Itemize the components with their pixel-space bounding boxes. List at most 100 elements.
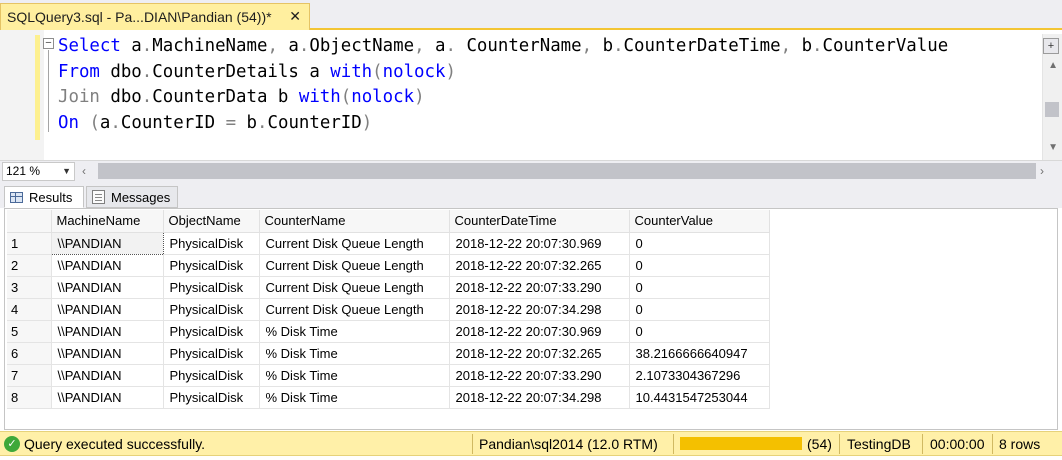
table-cell[interactable]: Current Disk Queue Length: [259, 276, 450, 299]
table-cell[interactable]: % Disk Time: [259, 364, 450, 387]
table-cell[interactable]: 2018-12-22 20:07:32.265: [449, 342, 630, 365]
code-token: .: [812, 36, 823, 56]
table-cell[interactable]: \\PANDIAN: [51, 276, 164, 299]
code-token: CounterID: [120, 112, 226, 133]
results-grid[interactable]: MachineName ObjectName CounterName Count…: [4, 208, 1058, 430]
scroll-down-icon[interactable]: ▼: [1048, 142, 1058, 153]
code-token: ObjectName: [309, 36, 415, 56]
table-cell[interactable]: Current Disk Queue Length: [259, 232, 450, 255]
split-icon[interactable]: +: [1043, 38, 1059, 54]
close-icon[interactable]: ✕: [289, 8, 301, 25]
table-cell[interactable]: 38.2166666640947: [629, 342, 770, 365]
table-cell[interactable]: 2018-12-22 20:07:33.290: [449, 364, 630, 387]
table-cell[interactable]: % Disk Time: [259, 320, 450, 343]
table-cell[interactable]: Current Disk Queue Length: [259, 298, 450, 321]
table-cell[interactable]: \\PANDIAN: [51, 254, 164, 277]
row-number-header[interactable]: [7, 210, 52, 233]
collapse-icon[interactable]: −: [43, 38, 54, 49]
table-cell[interactable]: PhysicalDisk: [163, 342, 260, 365]
code-token: b: [791, 36, 813, 56]
sql-code[interactable]: Select a.MachineName, a.ObjectName, a. C…: [58, 34, 948, 136]
code-token: b: [592, 36, 614, 56]
table-cell[interactable]: 2018-12-22 20:07:33.290: [449, 276, 630, 299]
chevron-down-icon[interactable]: ▼: [62, 163, 71, 180]
table-cell[interactable]: 2018-12-22 20:07:30.969: [449, 232, 630, 255]
table-cell[interactable]: \\PANDIAN: [50, 231, 164, 255]
row-number[interactable]: 4: [7, 298, 52, 321]
code-token: CounterData b: [152, 87, 299, 108]
scroll-right-icon[interactable]: ›: [1040, 164, 1044, 178]
column-header[interactable]: CounterValue: [629, 210, 770, 233]
table-cell[interactable]: Current Disk Queue Length: [259, 254, 450, 277]
code-line[interactable]: From dbo.CounterDetails a with(nolock): [58, 60, 948, 86]
table-cell[interactable]: % Disk Time: [259, 386, 450, 409]
table-cell[interactable]: 10.4431547253044: [629, 386, 770, 409]
table-cell[interactable]: 0: [629, 320, 770, 343]
table-cell[interactable]: 2018-12-22 20:07:34.298: [449, 298, 630, 321]
row-number[interactable]: 6: [7, 342, 52, 365]
scroll-left-icon[interactable]: ‹: [82, 164, 86, 178]
column-header[interactable]: CounterName: [259, 210, 450, 233]
table-row[interactable]: 1 \\PANDIAN PhysicalDisk Current Disk Queue…: [7, 231, 770, 255]
table-cell[interactable]: 0: [629, 254, 770, 277]
code-token: .: [445, 36, 456, 56]
code-line[interactable]: Join dbo.CounterData b with(nolock): [58, 85, 948, 111]
table-row[interactable]: 7 \\PANDIAN PhysicalDisk% Disk Time 2018-12…: [7, 364, 770, 387]
table-cell[interactable]: 2018-12-22 20:07:32.265: [449, 254, 630, 277]
tab-results[interactable]: Results: [4, 186, 84, 208]
column-header[interactable]: ObjectName: [163, 210, 260, 233]
column-header[interactable]: CounterDateTime: [449, 210, 630, 233]
table-cell[interactable]: 0: [629, 276, 770, 299]
tab-sqlquery3[interactable]: SQLQuery3.sql - Pa...DIAN\Pandian (54))*…: [0, 3, 310, 30]
row-number[interactable]: 3: [7, 276, 52, 299]
table-row[interactable]: 6 \\PANDIAN PhysicalDisk% Disk Time 2018-12…: [7, 342, 770, 365]
code-token: Join: [58, 87, 100, 108]
zoom-select[interactable]: 121 % ▼: [2, 162, 75, 181]
code-token: a: [120, 36, 142, 56]
code-token: .: [141, 36, 153, 56]
tab-messages[interactable]: Messages: [86, 186, 178, 208]
table-cell[interactable]: 0: [629, 232, 770, 255]
table-cell[interactable]: % Disk Time: [259, 342, 450, 365]
table-cell[interactable]: 2018-12-22 20:07:30.969: [449, 320, 630, 343]
table-cell[interactable]: 2.1073304367296: [629, 364, 770, 387]
code-token: (: [89, 112, 100, 133]
table-cell[interactable]: 2018-12-22 20:07:34.298: [449, 386, 630, 409]
code-token: ,: [780, 36, 792, 56]
row-number[interactable]: 7: [7, 364, 52, 387]
table-cell[interactable]: PhysicalDisk: [163, 298, 260, 321]
row-number[interactable]: 2: [7, 254, 52, 277]
row-number[interactable]: 5: [7, 320, 52, 343]
code-token: with: [298, 87, 341, 108]
code-line[interactable]: On (a.CounterID = b.CounterID): [58, 111, 948, 137]
table-row[interactable]: 5 \\PANDIAN PhysicalDisk% Disk Time 2018-12…: [7, 320, 770, 343]
table-row[interactable]: 4 \\PANDIAN PhysicalDisk Current Disk Queue…: [7, 298, 770, 321]
table-cell[interactable]: \\PANDIAN: [51, 298, 164, 321]
code-line[interactable]: Select a.MachineName, a.ObjectName, a. C…: [58, 34, 948, 60]
table-row[interactable]: 3 \\PANDIAN PhysicalDisk Current Disk Queue…: [7, 276, 770, 299]
table-cell[interactable]: \\PANDIAN: [51, 386, 164, 409]
code-token: (: [340, 87, 352, 108]
column-header[interactable]: MachineName: [51, 210, 164, 233]
scroll-up-icon[interactable]: ▲: [1048, 60, 1058, 71]
code-token: .: [613, 36, 624, 56]
row-number[interactable]: 1: [7, 232, 52, 255]
success-check-icon: ✓: [4, 436, 20, 452]
code-token: .: [298, 36, 310, 56]
table-row[interactable]: 8 \\PANDIAN PhysicalDisk% Disk Time 2018-12…: [7, 386, 770, 409]
table-cell[interactable]: PhysicalDisk: [163, 232, 260, 255]
table-cell[interactable]: 0: [629, 298, 770, 321]
table-cell[interactable]: \\PANDIAN: [51, 364, 164, 387]
table-cell[interactable]: PhysicalDisk: [163, 276, 260, 299]
table-row[interactable]: 2 \\PANDIAN PhysicalDisk Current Disk Queue…: [7, 254, 770, 277]
table-cell[interactable]: PhysicalDisk: [163, 386, 260, 409]
query-editor[interactable]: − Select a.MachineName, a.ObjectName, a.…: [0, 30, 1062, 160]
table-cell[interactable]: \\PANDIAN: [51, 342, 164, 365]
row-number[interactable]: 8: [7, 386, 52, 409]
table-cell[interactable]: PhysicalDisk: [163, 254, 260, 277]
vertical-scroll-thumb[interactable]: [1045, 102, 1059, 117]
table-cell[interactable]: PhysicalDisk: [163, 320, 260, 343]
table-cell[interactable]: PhysicalDisk: [163, 364, 260, 387]
horizontal-scroll-thumb[interactable]: [98, 163, 1036, 179]
table-cell[interactable]: \\PANDIAN: [51, 320, 164, 343]
